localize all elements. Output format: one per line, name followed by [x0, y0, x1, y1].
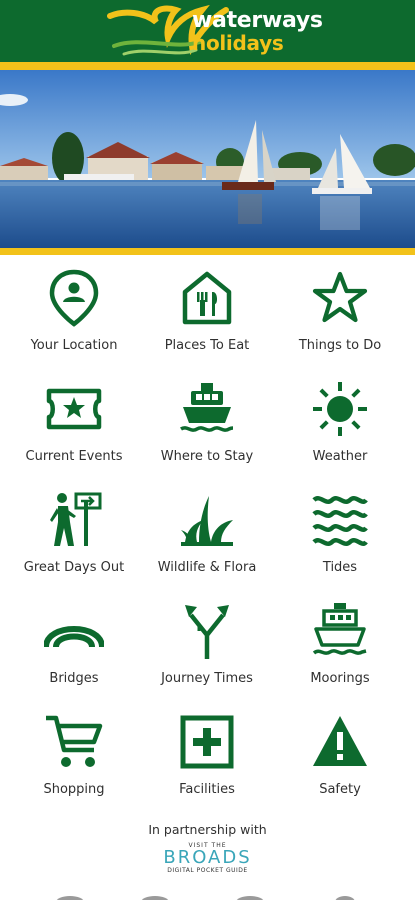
menu-great-days-out[interactable]: Great Days Out	[5, 484, 143, 592]
menu-label: Places To Eat	[164, 338, 250, 353]
boat-icon	[180, 383, 234, 432]
star-icon	[312, 271, 368, 323]
menu-your-location[interactable]: Your Location	[5, 262, 143, 370]
menu-label: Where to Stay	[160, 449, 254, 464]
menu-label: Things to Do	[298, 338, 382, 353]
partner-logos-peek	[56, 896, 355, 900]
menu-things-to-do[interactable]: Things to Do	[271, 262, 409, 370]
menu-current-events[interactable]: Current Events	[5, 373, 143, 481]
broads-name-text: BROADS	[163, 847, 252, 868]
menu-label: Great Days Out	[23, 560, 125, 575]
menu-label: Journey Times	[161, 671, 253, 686]
moorings-boat-icon	[312, 603, 367, 655]
hero-photo	[0, 70, 415, 248]
menu-label: Moorings	[310, 671, 370, 686]
menu-label: Bridges	[49, 671, 99, 686]
app-header: waterways holidays	[0, 0, 415, 62]
restaurant-icon	[182, 271, 232, 325]
location-pin-icon	[49, 269, 99, 327]
menu-places-to-eat[interactable]: Places To Eat	[138, 262, 276, 370]
broads-sub-text: DIGITAL POCKET GUIDE	[167, 867, 248, 874]
menu-label: Wildlife & Flora	[157, 560, 257, 575]
header-stripe	[0, 62, 415, 70]
waves-icon	[312, 496, 368, 546]
menu-label: Current Events	[25, 449, 123, 464]
warning-icon	[313, 716, 367, 766]
menu-tides[interactable]: Tides	[271, 484, 409, 592]
menu-wildlife-flora[interactable]: Wildlife & Flora	[138, 484, 276, 592]
ticket-icon	[46, 388, 102, 430]
menu-label: Weather	[312, 449, 368, 464]
partnership-text: In partnership with	[148, 822, 267, 837]
cart-icon	[46, 715, 103, 767]
first-aid-icon	[180, 715, 234, 769]
fork-arrows-icon	[185, 605, 229, 659]
menu-label: Your Location	[30, 338, 118, 353]
sun-icon	[313, 382, 367, 436]
brand-line1: waterways	[192, 8, 323, 33]
menu-label: Tides	[322, 560, 358, 575]
menu-shopping[interactable]: Shopping	[5, 706, 143, 814]
reeds-icon	[181, 496, 233, 546]
menu-label: Facilities	[179, 782, 235, 797]
menu-safety[interactable]: Safety	[271, 706, 409, 814]
menu-label: Safety	[319, 782, 361, 797]
menu-facilities[interactable]: Facilities	[138, 706, 276, 814]
menu-label: Shopping	[43, 782, 105, 797]
bridge-arch-icon	[44, 626, 104, 648]
menu-moorings[interactable]: Moorings	[271, 595, 409, 703]
hero-stripe	[0, 248, 415, 255]
brand-line2: holidays	[192, 31, 284, 55]
menu-journey-times[interactable]: Journey Times	[138, 595, 276, 703]
broads-logo: VISIT THE BROADS DIGITAL POCKET GUIDE	[155, 842, 260, 878]
menu-bridges[interactable]: Bridges	[5, 595, 143, 703]
hiker-signpost-icon	[50, 492, 102, 546]
menu-weather[interactable]: Weather	[271, 373, 409, 481]
menu-where-to-stay[interactable]: Where to Stay	[138, 373, 276, 481]
brand-name: waterways holidays	[192, 8, 323, 55]
